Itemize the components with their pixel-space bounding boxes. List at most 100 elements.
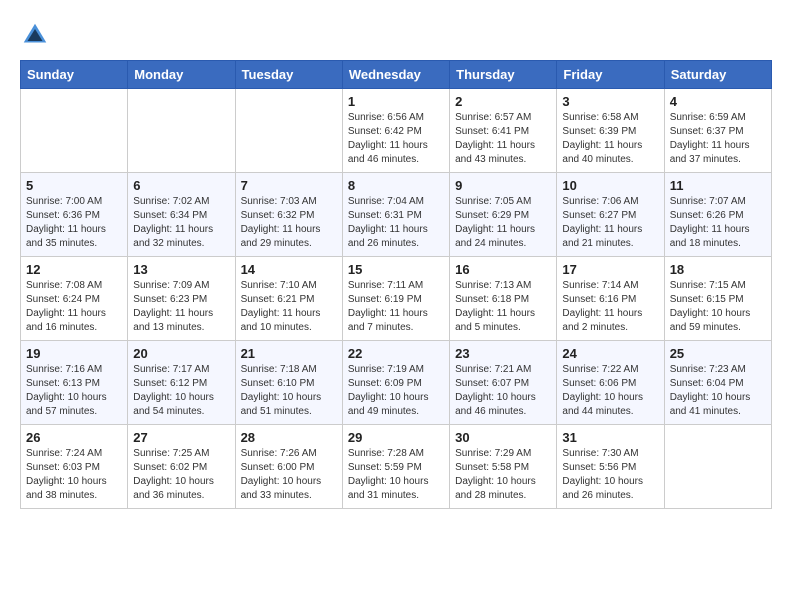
day-info: Sunrise: 7:16 AM Sunset: 6:13 PM Dayligh… <box>26 363 122 419</box>
day-info: Sunrise: 7:30 AM Sunset: 5:56 PM Dayligh… <box>562 447 658 503</box>
calendar-cell: 22 Sunrise: 7:19 AM Sunset: 6:09 PM Dayli… <box>342 341 449 425</box>
day-info: Sunrise: 6:57 AM Sunset: 6:41 PM Dayligh… <box>455 111 551 167</box>
calendar-cell <box>235 89 342 173</box>
calendar-cell: 31 Sunrise: 7:30 AM Sunset: 5:56 PM Dayli… <box>557 425 664 509</box>
day-info: Sunrise: 7:04 AM Sunset: 6:31 PM Dayligh… <box>348 195 444 251</box>
day-number: 5 <box>26 178 122 193</box>
calendar-cell: 11Sunrise: 7:07 AM Sunset: 6:26 PM Dayli… <box>664 173 771 257</box>
day-header-friday: Friday <box>557 61 664 89</box>
day-number: 21 <box>241 346 337 361</box>
day-info: Sunrise: 6:56 AM Sunset: 6:42 PM Dayligh… <box>348 111 444 167</box>
day-header-thursday: Thursday <box>450 61 557 89</box>
day-number: 25 <box>670 346 766 361</box>
calendar-cell: 30Sunrise: 7:29 AM Sunset: 5:58 PM Dayli… <box>450 425 557 509</box>
day-number: 30 <box>455 430 551 445</box>
day-number: 10 <box>562 178 658 193</box>
calendar-cell: 3 Sunrise: 6:58 AM Sunset: 6:39 PM Daylig… <box>557 89 664 173</box>
day-number: 29 <box>348 430 444 445</box>
day-number: 23 <box>455 346 551 361</box>
day-number: 13 <box>133 262 229 277</box>
day-info: Sunrise: 7:21 AM Sunset: 6:07 PM Dayligh… <box>455 363 551 419</box>
day-header-sunday: Sunday <box>21 61 128 89</box>
day-number: 20 <box>133 346 229 361</box>
calendar-cell: 29Sunrise: 7:28 AM Sunset: 5:59 PM Dayli… <box>342 425 449 509</box>
calendar-cell: 17Sunrise: 7:14 AM Sunset: 6:16 PM Dayli… <box>557 257 664 341</box>
day-number: 3 <box>562 94 658 109</box>
day-info: Sunrise: 6:59 AM Sunset: 6:37 PM Dayligh… <box>670 111 766 167</box>
day-number: 18 <box>670 262 766 277</box>
calendar-cell: 15 Sunrise: 7:11 AM Sunset: 6:19 PM Dayli… <box>342 257 449 341</box>
calendar-cell: 10 Sunrise: 7:06 AM Sunset: 6:27 PM Dayli… <box>557 173 664 257</box>
day-info: Sunrise: 6:58 AM Sunset: 6:39 PM Dayligh… <box>562 111 658 167</box>
calendar-table: SundayMondayTuesdayWednesdayThursdayFrid… <box>20 60 772 509</box>
day-number: 9 <box>455 178 551 193</box>
day-number: 1 <box>348 94 444 109</box>
calendar-cell: 12Sunrise: 7:08 AM Sunset: 6:24 PM Dayli… <box>21 257 128 341</box>
day-header-monday: Monday <box>128 61 235 89</box>
day-number: 27 <box>133 430 229 445</box>
day-header-wednesday: Wednesday <box>342 61 449 89</box>
logo <box>20 20 54 50</box>
day-info: Sunrise: 7:18 AM Sunset: 6:10 PM Dayligh… <box>241 363 337 419</box>
day-number: 2 <box>455 94 551 109</box>
logo-icon <box>20 20 50 50</box>
calendar-cell: 27Sunrise: 7:25 AM Sunset: 6:02 PM Dayli… <box>128 425 235 509</box>
calendar-week-3: 12Sunrise: 7:08 AM Sunset: 6:24 PM Dayli… <box>21 257 772 341</box>
day-number: 14 <box>241 262 337 277</box>
day-info: Sunrise: 7:07 AM Sunset: 6:26 PM Dayligh… <box>670 195 766 251</box>
calendar-cell: 19 Sunrise: 7:16 AM Sunset: 6:13 PM Dayli… <box>21 341 128 425</box>
calendar-cell <box>664 425 771 509</box>
day-info: Sunrise: 7:11 AM Sunset: 6:19 PM Dayligh… <box>348 279 444 335</box>
day-number: 26 <box>26 430 122 445</box>
header <box>20 20 772 50</box>
day-number: 7 <box>241 178 337 193</box>
calendar-cell: 18 Sunrise: 7:15 AM Sunset: 6:15 PM Dayli… <box>664 257 771 341</box>
calendar-cell: 26 Sunrise: 7:24 AM Sunset: 6:03 PM Dayli… <box>21 425 128 509</box>
day-info: Sunrise: 7:06 AM Sunset: 6:27 PM Dayligh… <box>562 195 658 251</box>
calendar-cell: 25 Sunrise: 7:23 AM Sunset: 6:04 PM Dayli… <box>664 341 771 425</box>
calendar-cell: 28 Sunrise: 7:26 AM Sunset: 6:00 PM Dayli… <box>235 425 342 509</box>
day-info: Sunrise: 7:10 AM Sunset: 6:21 PM Dayligh… <box>241 279 337 335</box>
day-number: 16 <box>455 262 551 277</box>
calendar-cell: 6 Sunrise: 7:02 AM Sunset: 6:34 PM Daylig… <box>128 173 235 257</box>
calendar-week-4: 19 Sunrise: 7:16 AM Sunset: 6:13 PM Dayli… <box>21 341 772 425</box>
day-number: 6 <box>133 178 229 193</box>
calendar-cell: 7Sunrise: 7:03 AM Sunset: 6:32 PM Daylig… <box>235 173 342 257</box>
calendar-cell: 24 Sunrise: 7:22 AM Sunset: 6:06 PM Dayli… <box>557 341 664 425</box>
day-number: 22 <box>348 346 444 361</box>
day-number: 8 <box>348 178 444 193</box>
calendar-cell: 21 Sunrise: 7:18 AM Sunset: 6:10 PM Dayli… <box>235 341 342 425</box>
day-info: Sunrise: 7:23 AM Sunset: 6:04 PM Dayligh… <box>670 363 766 419</box>
calendar-week-2: 5 Sunrise: 7:00 AM Sunset: 6:36 PM Daylig… <box>21 173 772 257</box>
day-info: Sunrise: 7:05 AM Sunset: 6:29 PM Dayligh… <box>455 195 551 251</box>
day-header-tuesday: Tuesday <box>235 61 342 89</box>
day-info: Sunrise: 7:00 AM Sunset: 6:36 PM Dayligh… <box>26 195 122 251</box>
day-number: 19 <box>26 346 122 361</box>
day-number: 28 <box>241 430 337 445</box>
day-info: Sunrise: 7:24 AM Sunset: 6:03 PM Dayligh… <box>26 447 122 503</box>
day-info: Sunrise: 7:15 AM Sunset: 6:15 PM Dayligh… <box>670 279 766 335</box>
calendar-cell: 5 Sunrise: 7:00 AM Sunset: 6:36 PM Daylig… <box>21 173 128 257</box>
day-number: 15 <box>348 262 444 277</box>
calendar-cell: 1 Sunrise: 6:56 AM Sunset: 6:42 PM Daylig… <box>342 89 449 173</box>
calendar-header-row: SundayMondayTuesdayWednesdayThursdayFrid… <box>21 61 772 89</box>
calendar-cell: 4Sunrise: 6:59 AM Sunset: 6:37 PM Daylig… <box>664 89 771 173</box>
day-info: Sunrise: 7:26 AM Sunset: 6:00 PM Dayligh… <box>241 447 337 503</box>
day-header-saturday: Saturday <box>664 61 771 89</box>
day-info: Sunrise: 7:13 AM Sunset: 6:18 PM Dayligh… <box>455 279 551 335</box>
day-number: 24 <box>562 346 658 361</box>
calendar-week-5: 26 Sunrise: 7:24 AM Sunset: 6:03 PM Dayli… <box>21 425 772 509</box>
day-info: Sunrise: 7:17 AM Sunset: 6:12 PM Dayligh… <box>133 363 229 419</box>
calendar-week-1: 1 Sunrise: 6:56 AM Sunset: 6:42 PM Daylig… <box>21 89 772 173</box>
calendar-cell: 23 Sunrise: 7:21 AM Sunset: 6:07 PM Dayli… <box>450 341 557 425</box>
calendar-cell <box>128 89 235 173</box>
day-info: Sunrise: 7:02 AM Sunset: 6:34 PM Dayligh… <box>133 195 229 251</box>
calendar-cell: 20 Sunrise: 7:17 AM Sunset: 6:12 PM Dayli… <box>128 341 235 425</box>
day-number: 12 <box>26 262 122 277</box>
day-info: Sunrise: 7:22 AM Sunset: 6:06 PM Dayligh… <box>562 363 658 419</box>
day-number: 17 <box>562 262 658 277</box>
calendar-cell: 9 Sunrise: 7:05 AM Sunset: 6:29 PM Daylig… <box>450 173 557 257</box>
day-info: Sunrise: 7:19 AM Sunset: 6:09 PM Dayligh… <box>348 363 444 419</box>
main-container: SundayMondayTuesdayWednesdayThursdayFrid… <box>0 0 792 519</box>
day-number: 31 <box>562 430 658 445</box>
